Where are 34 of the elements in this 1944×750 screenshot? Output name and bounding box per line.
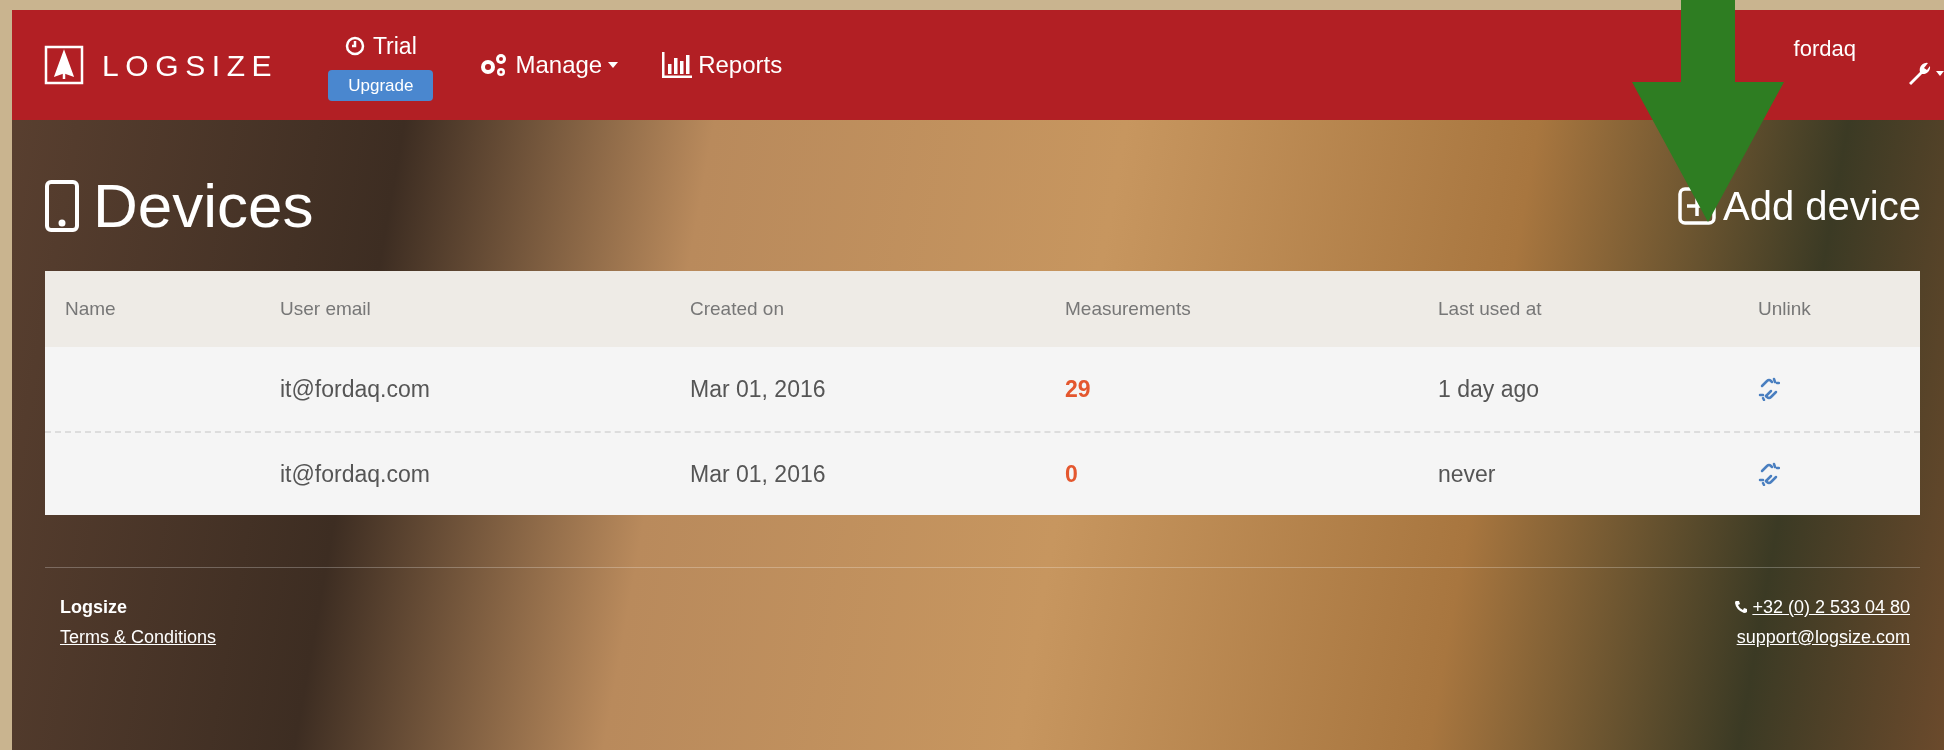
table-cell: Mar 01, 2016 xyxy=(690,460,826,487)
upgrade-button[interactable]: Upgrade xyxy=(328,69,434,101)
trial-label: Trial xyxy=(372,32,417,61)
unlink-icon[interactable] xyxy=(1758,462,1780,486)
caret-icon xyxy=(1936,70,1944,76)
bar-chart-icon xyxy=(662,52,693,78)
manage-menu[interactable]: Manage xyxy=(477,47,619,83)
column-header: User email xyxy=(280,297,371,319)
column-header: Last used at xyxy=(1438,297,1542,319)
table-cell: it@fordaq.com xyxy=(280,375,430,402)
company-name: Logsize xyxy=(60,596,128,619)
clock-icon xyxy=(344,36,365,57)
username[interactable]: fordaq xyxy=(1793,32,1856,65)
table-cell: 1 day ago xyxy=(1438,375,1540,402)
column-header: Measurements xyxy=(1065,297,1191,319)
column-header: Created on xyxy=(690,297,784,319)
phone-link[interactable]: +32 (0) 2 533 04 80 xyxy=(1734,592,1910,622)
brand-name: LOGSIZE xyxy=(102,47,279,84)
measurement-count: 0 xyxy=(1065,460,1078,487)
table-cell: never xyxy=(1438,460,1496,487)
measurement-count: 29 xyxy=(1065,375,1091,402)
reports-link[interactable]: Reports xyxy=(662,47,783,83)
page-title: Devices xyxy=(93,175,314,237)
tablet-icon xyxy=(45,180,79,232)
phone-icon xyxy=(1734,600,1749,614)
column-header: Unlink xyxy=(1758,297,1811,319)
email-link[interactable]: support@logsize.com xyxy=(1736,622,1910,652)
terms-link[interactable]: Terms & Conditions xyxy=(60,622,217,652)
caret-icon xyxy=(608,62,619,68)
unlink-icon[interactable] xyxy=(1758,377,1780,401)
table-cell: Mar 01, 2016 xyxy=(690,375,826,402)
tree-logo-icon xyxy=(44,45,84,85)
table-cell: it@fordaq.com xyxy=(280,460,430,487)
column-header: Name xyxy=(65,297,116,319)
